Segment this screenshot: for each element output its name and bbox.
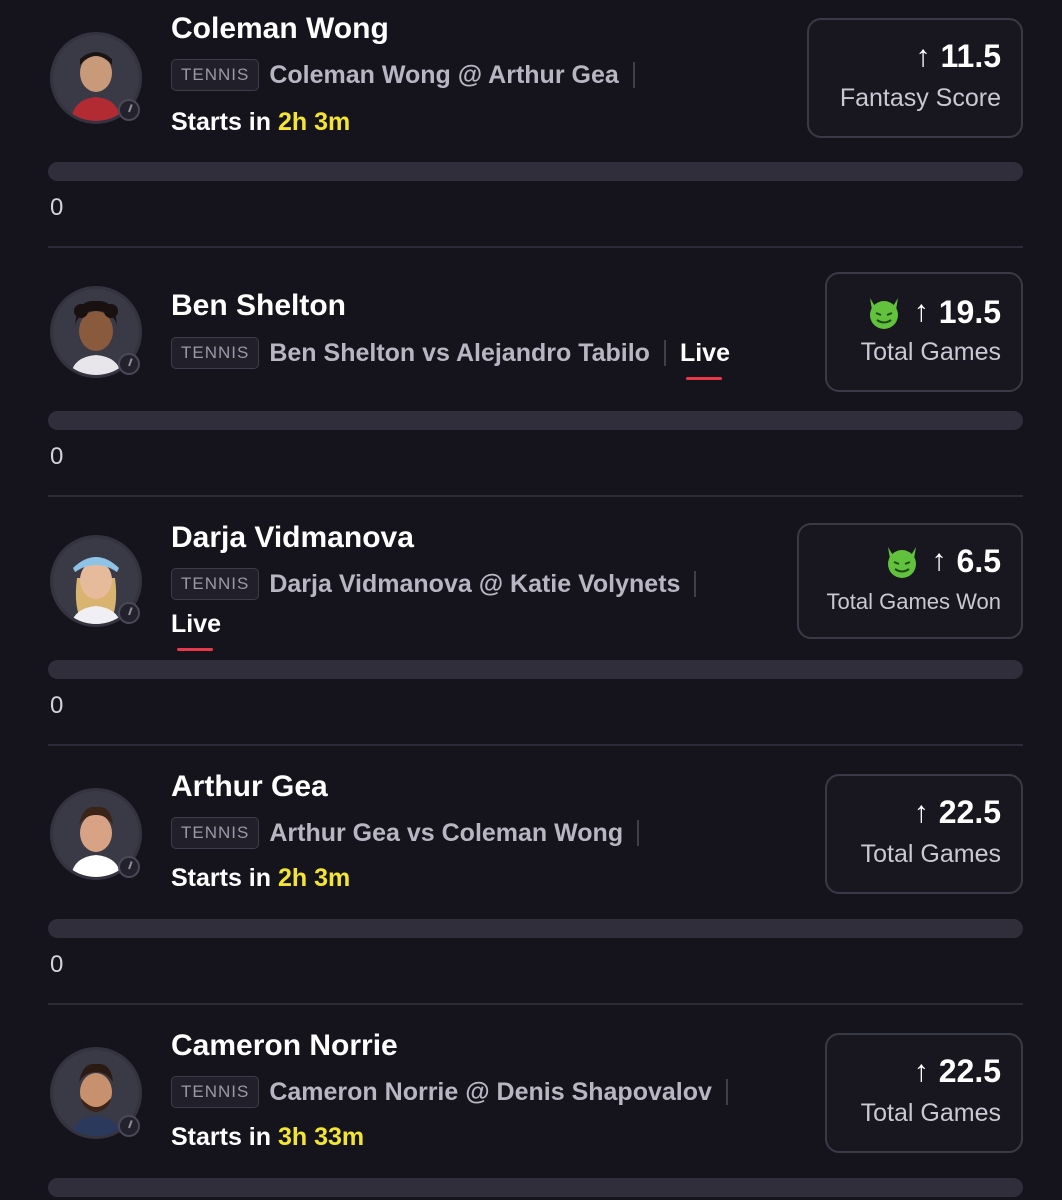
- progress-bar: [48, 411, 1023, 430]
- projection-card[interactable]: ↑ 19.5 Total Games: [825, 272, 1023, 392]
- clock-icon: [118, 856, 140, 878]
- match-info: TENNIS Ben Shelton vs Alejandro Tabilo L…: [171, 336, 730, 380]
- line-value: 22.5: [938, 1053, 1001, 1089]
- line-row: ↑ 22.5: [914, 794, 1001, 831]
- clock-icon: [118, 99, 140, 121]
- projection-card[interactable]: ↑ 22.5 Total Games: [825, 1033, 1023, 1153]
- match-info: TENNIS Coleman Wong @ Arthur Gea: [171, 58, 635, 92]
- stat-type: Total Games: [860, 338, 1001, 366]
- starts-in-label: Starts in: [171, 1123, 272, 1151]
- live-label: Live: [679, 338, 730, 367]
- sport-tag: TENNIS: [171, 568, 260, 600]
- line-value: 6.5: [956, 542, 1001, 579]
- matchup-text: Ben Shelton vs Alejandro Tabilo: [269, 338, 650, 367]
- live-underline: [685, 376, 722, 380]
- clock-icon: [118, 602, 140, 624]
- clock-icon: [118, 1115, 140, 1137]
- sport-tag: TENNIS: [171, 817, 260, 849]
- projection-card[interactable]: ↑ 6.5 Total Games Won: [797, 523, 1023, 639]
- live-indicator: Live: [679, 338, 730, 380]
- clock-icon: [118, 353, 140, 375]
- demon-icon: [869, 298, 898, 329]
- stat-type: Total Games: [860, 1099, 1001, 1127]
- pick-row[interactable]: Ben Shelton TENNIS Ben Shelton vs Alejan…: [0, 248, 1062, 494]
- sport-tag: TENNIS: [171, 337, 260, 369]
- separator: [663, 340, 666, 366]
- progress-bar: [48, 919, 1023, 938]
- live-underline: [177, 648, 213, 651]
- matchup-text: Arthur Gea vs Coleman Wong: [269, 818, 624, 847]
- match-info: TENNIS Darja Vidmanova @ Katie Volynets: [171, 567, 697, 601]
- sport-tag: TENNIS: [171, 1076, 260, 1108]
- matchup-text: Coleman Wong @ Arthur Gea: [269, 60, 619, 89]
- matchup-text: Cameron Norrie @ Denis Shapovalov: [269, 1077, 712, 1106]
- player-name: Ben Shelton: [171, 289, 347, 322]
- arrow-up-icon: ↑: [931, 544, 947, 577]
- player-name: Arthur Gea: [171, 770, 328, 803]
- player-name: Coleman Wong: [171, 12, 389, 45]
- stat-type: Total Games Won: [826, 589, 1001, 614]
- start-status: Starts in 2h 3m: [171, 864, 350, 893]
- pick-row[interactable]: Arthur Gea TENNIS Arthur Gea vs Coleman …: [0, 746, 1062, 1002]
- line-value: 19.5: [938, 293, 1001, 330]
- progress-value: 0: [50, 194, 64, 221]
- matchup-text: Darja Vidmanova @ Katie Volynets: [269, 569, 681, 598]
- projection-card[interactable]: ↑ 22.5 Total Games: [825, 774, 1023, 894]
- stat-type: Fantasy Score: [839, 84, 1001, 112]
- line-value: 11.5: [940, 38, 1001, 74]
- stat-type: Total Games: [860, 840, 1001, 868]
- separator: [725, 1079, 728, 1105]
- start-status: Starts in 3h 33m: [171, 1123, 364, 1152]
- line-row: ↑ 11.5: [915, 38, 1001, 75]
- line-row: ↑ 6.5: [882, 541, 1001, 581]
- progress-bar: [48, 660, 1023, 679]
- projection-card[interactable]: ↑ 11.5 Fantasy Score: [807, 18, 1023, 138]
- line-value: 22.5: [938, 794, 1001, 830]
- pick-row[interactable]: Cameron Norrie TENNIS Cameron Norrie @ D…: [0, 1005, 1062, 1200]
- live-label: Live: [171, 610, 222, 638]
- start-time: 2h 3m: [277, 864, 351, 892]
- start-status: Starts in 2h 3m: [171, 108, 350, 137]
- match-info: TENNIS Cameron Norrie @ Denis Shapovalov: [171, 1075, 728, 1109]
- player-name: Darja Vidmanova: [171, 521, 414, 554]
- progress-bar: [48, 162, 1023, 181]
- arrow-up-icon: ↑: [913, 1054, 929, 1088]
- progress-value: 0: [50, 443, 64, 470]
- line-row: ↑ 19.5: [864, 292, 1001, 332]
- pick-row[interactable]: Coleman Wong TENNIS Coleman Wong @ Arthu…: [0, 0, 1062, 245]
- live-status: Live: [171, 610, 222, 651]
- separator: [632, 62, 635, 88]
- live-indicator: Live: [171, 610, 222, 651]
- arrow-up-icon: ↑: [913, 295, 929, 328]
- pick-row[interactable]: Darja Vidmanova TENNIS Darja Vidmanova @…: [0, 497, 1062, 743]
- separator: [694, 571, 697, 597]
- progress-bar: [48, 1178, 1023, 1197]
- sport-tag: TENNIS: [171, 59, 260, 91]
- demon-icon: [887, 547, 916, 578]
- starts-in-label: Starts in: [171, 864, 272, 892]
- starts-in-label: Starts in: [171, 108, 272, 136]
- start-time: 3h 33m: [277, 1123, 365, 1151]
- line-row: ↑ 22.5: [914, 1053, 1001, 1090]
- progress-value: 0: [50, 951, 64, 978]
- start-time: 2h 3m: [277, 108, 351, 136]
- match-info: TENNIS Arthur Gea vs Coleman Wong: [171, 816, 640, 850]
- progress-value: 0: [50, 692, 64, 719]
- player-name: Cameron Norrie: [171, 1029, 398, 1062]
- arrow-up-icon: ↑: [915, 39, 931, 73]
- arrow-up-icon: ↑: [913, 795, 929, 829]
- separator: [637, 820, 640, 846]
